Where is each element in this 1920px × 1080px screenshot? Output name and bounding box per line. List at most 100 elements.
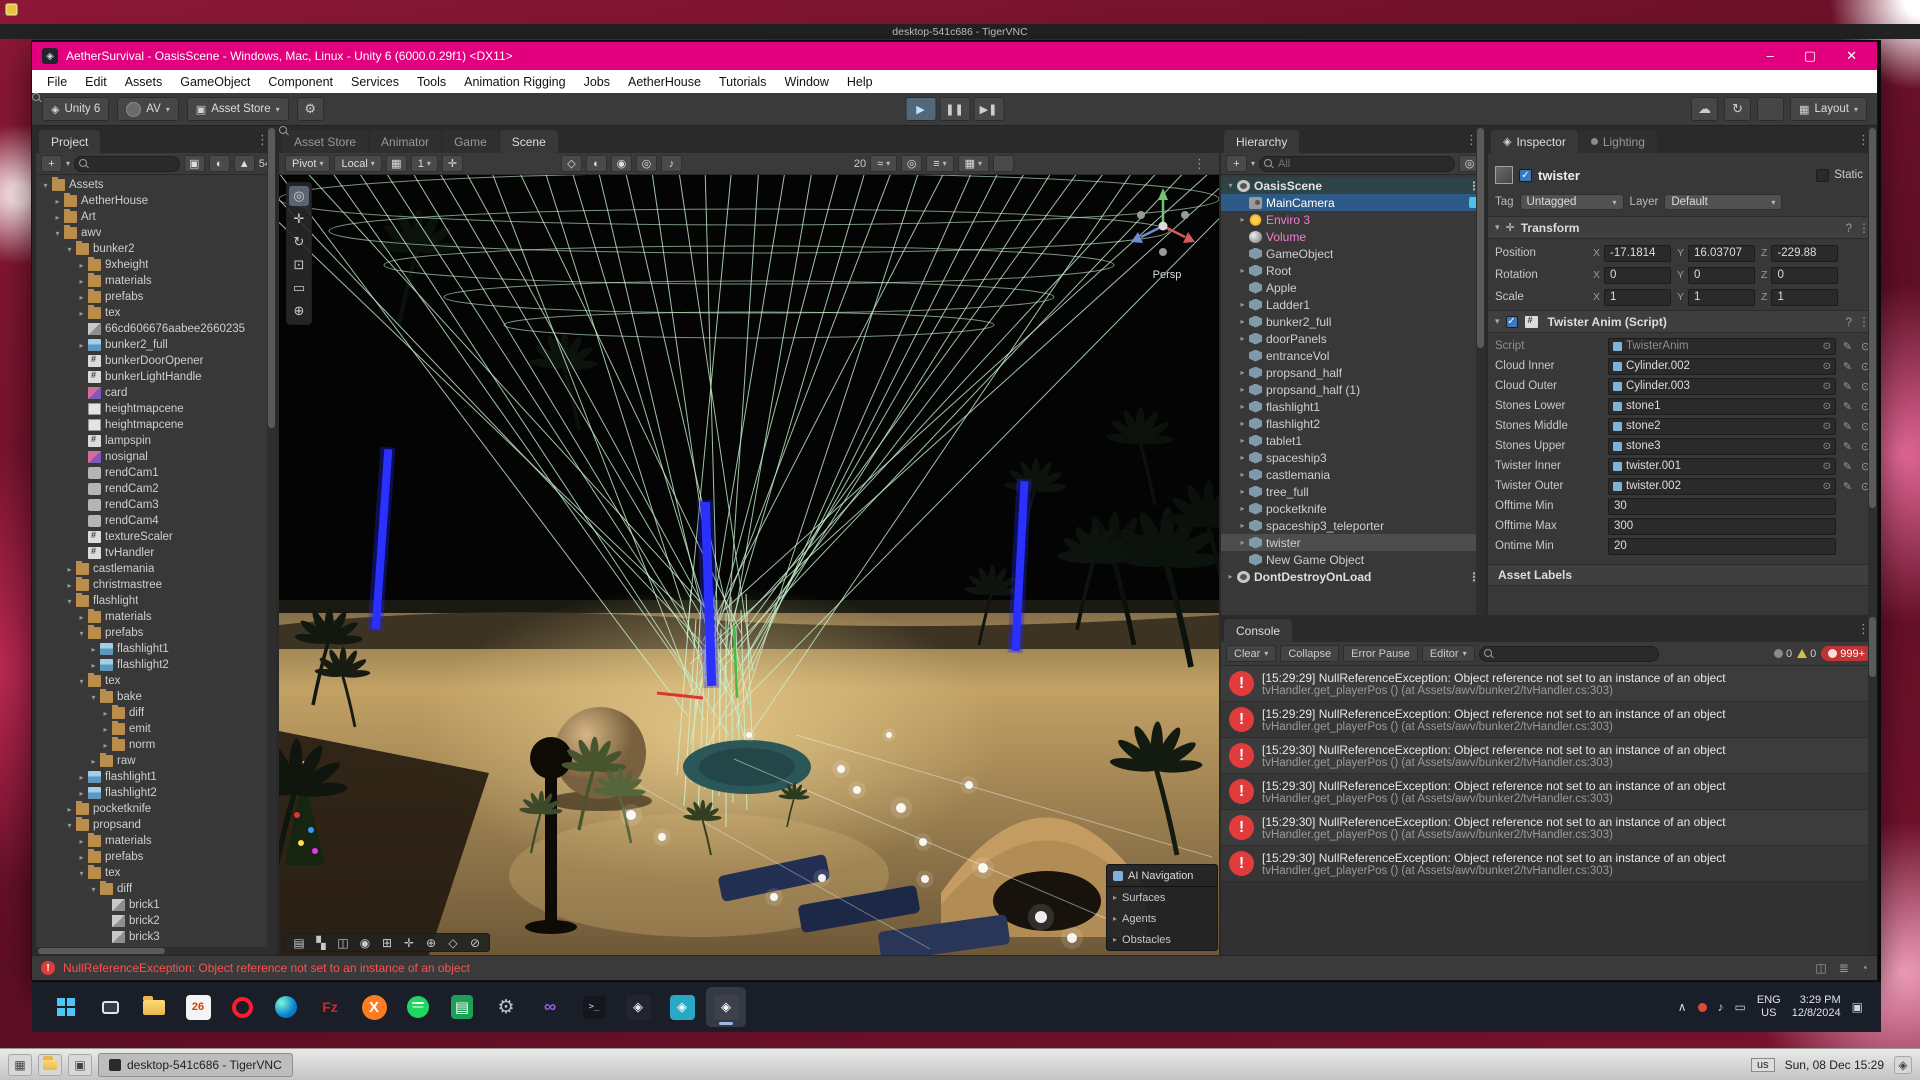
edit-icon[interactable]: ✎ [1841, 420, 1854, 433]
disclosure-arrow-icon[interactable]: ▸ [76, 853, 87, 862]
mute-icon[interactable]: ◫ [1815, 961, 1826, 975]
object-field[interactable]: stone1 ⊙ [1608, 398, 1836, 415]
console-entry[interactable]: [15:29:29] NullReferenceException: Objec… [1221, 666, 1877, 702]
mesh-icon[interactable]: ◫ [333, 936, 353, 950]
project-item[interactable]: ▾ tex [36, 865, 276, 881]
hierarchy-item[interactable]: ▸ flashlight1 [1221, 398, 1485, 415]
edit-icon[interactable]: ✎ [1841, 340, 1854, 353]
view-tab[interactable]: Scene [500, 130, 558, 153]
globe-icon[interactable]: ⊘ [465, 936, 485, 950]
x-field[interactable]: -17.1814 [1604, 245, 1671, 262]
disclosure-arrow-icon[interactable]: ▾ [64, 821, 75, 830]
project-item[interactable]: heightmapcene [36, 401, 276, 417]
project-item[interactable]: ▸ christmastree [36, 577, 276, 593]
hierarchy-item[interactable]: ▸ propsand_half (1) [1221, 381, 1485, 398]
disclosure-arrow-icon[interactable]: ▸ [1237, 215, 1248, 224]
scale-tool-icon[interactable]: ⊡ [289, 255, 309, 275]
hierarchy-item[interactable]: ▾ OasisScene [1221, 177, 1485, 194]
menu-item[interactable]: File [38, 73, 76, 91]
object-field[interactable]: stone2 ⊙ [1608, 418, 1836, 435]
edge-button[interactable] [266, 987, 306, 1027]
project-item[interactable]: ▸ castlemania [36, 561, 276, 577]
object-name[interactable]: twister [1538, 168, 1580, 183]
console-entry[interactable]: [15:29:30] NullReferenceException: Objec… [1221, 738, 1877, 774]
asset-store-button[interactable]: ▣Asset Store▾ [187, 97, 289, 121]
menu-item[interactable]: AetherHouse [619, 73, 710, 91]
scene-search-icon[interactable] [993, 155, 1014, 172]
desktop-shortcut-icon[interactable] [5, 3, 18, 16]
object-field[interactable]: Cylinder.002 ⊙ [1608, 358, 1836, 375]
grid-icon[interactable]: ⊞ [377, 936, 397, 950]
disclosure-arrow-icon[interactable]: ▸ [100, 725, 111, 734]
tab-hierarchy[interactable]: Hierarchy [1224, 130, 1299, 153]
taskbar-clock[interactable]: 3:29 PM12/8/2024 [1792, 994, 1841, 1020]
project-item[interactable]: rendCam4 [36, 513, 276, 529]
add-asset-button[interactable]: + [41, 155, 62, 172]
project-search-input[interactable] [74, 156, 180, 172]
language-indicator[interactable]: ENGUS [1757, 994, 1781, 1020]
notification-icon[interactable]: ▣ [1852, 1000, 1863, 1014]
disclosure-arrow-icon[interactable]: ▸ [52, 197, 63, 206]
view-tool-icon[interactable]: ◎ [289, 186, 309, 206]
asset-labels-header[interactable]: Asset Labels [1488, 564, 1877, 586]
project-item[interactable]: ▸ raw [36, 753, 276, 769]
ai-nav-item[interactable]: ▸Surfaces [1107, 887, 1217, 908]
disclosure-arrow-icon[interactable]: ▾ [88, 885, 99, 894]
move-tool-icon[interactable]: ✛ [289, 209, 309, 229]
disclosure-arrow-icon[interactable]: ▸ [1237, 368, 1248, 377]
xampp-button[interactable]: X [354, 987, 394, 1027]
help-icon[interactable]: ? [1845, 315, 1852, 329]
volume-icon[interactable]: ♪ [1718, 1000, 1724, 1014]
project-item[interactable]: ▸ flashlight1 [36, 769, 276, 785]
hidden-count-icon[interactable]: ▲ [234, 155, 255, 172]
console-entry[interactable]: [15:29:30] NullReferenceException: Objec… [1221, 774, 1877, 810]
sphere-icon[interactable]: ◉ [355, 936, 375, 950]
disclosure-arrow-icon[interactable]: ▸ [76, 309, 87, 318]
project-item[interactable]: ▸ materials [36, 609, 276, 625]
disclosure-arrow-icon[interactable]: ▾ [52, 229, 63, 238]
2d-toggle-icon[interactable]: ◉ [611, 155, 632, 172]
ai-nav-item[interactable]: ▸Obstacles [1107, 929, 1217, 950]
hierarchy-item[interactable]: MainCamera [1221, 194, 1485, 211]
hierarchy-item[interactable]: Volume [1221, 228, 1485, 245]
recording-icon[interactable] [1698, 1003, 1707, 1012]
start-button[interactable] [46, 987, 86, 1027]
project-item[interactable]: rendCam2 [36, 481, 276, 497]
project-item[interactable]: 66cd606676aabee2660235 [36, 321, 276, 337]
console-entry[interactable]: [15:29:30] NullReferenceException: Objec… [1221, 846, 1877, 882]
disclosure-arrow-icon[interactable]: ▸ [1237, 402, 1248, 411]
hierarchy-item[interactable]: ▸ tree_full [1221, 483, 1485, 500]
host-files-button[interactable] [38, 1054, 62, 1076]
object-picker-icon[interactable]: ⊙ [1823, 481, 1831, 492]
project-item[interactable]: bunkerDoorOpener [36, 353, 276, 369]
hierarchy-item[interactable]: ▸ propsand_half [1221, 364, 1485, 381]
tag-dropdown[interactable]: Untagged▾ [1520, 194, 1624, 210]
ai-nav-item[interactable]: ▸Agents [1107, 908, 1217, 929]
console-entry[interactable]: [15:29:30] NullReferenceException: Objec… [1221, 810, 1877, 846]
shaded-mode-icon[interactable]: ◐ [586, 155, 607, 172]
project-item[interactable]: ▸ AetherHouse [36, 193, 276, 209]
static-checkbox[interactable] [1816, 169, 1829, 182]
hierarchy-item[interactable]: ▸ Enviro 3 [1221, 211, 1485, 228]
disclosure-arrow-icon[interactable]: ▸ [100, 741, 111, 750]
object-field[interactable]: twister.001 ⊙ [1608, 458, 1836, 475]
project-item[interactable]: textureScaler [36, 529, 276, 545]
project-item[interactable]: heightmapcene [36, 417, 276, 433]
project-item[interactable]: ▸ norm [36, 737, 276, 753]
vnc-title-bar[interactable]: desktop-541c686 - TigerVNC [0, 24, 1920, 39]
tray-expand-icon[interactable]: ∧ [1678, 1000, 1687, 1014]
paint-icon[interactable]: ▚ [311, 936, 331, 950]
edit-icon[interactable]: ✎ [1841, 480, 1854, 493]
tool-settings-icon[interactable]: ✛ [442, 155, 463, 172]
project-item[interactable]: brick1 [36, 897, 276, 913]
menu-item[interactable]: Edit [76, 73, 116, 91]
host-terminal-button[interactable]: ▣ [68, 1054, 92, 1076]
tab-project[interactable]: Project [39, 130, 100, 153]
menu-item[interactable]: Animation Rigging [455, 73, 574, 91]
disclosure-arrow-icon[interactable]: ▸ [1237, 419, 1248, 428]
scene-viewport[interactable]: Persp ◎ ✛ ↻ ⊡ ▭ ⊕ ▤ ▚ ◫ ◉ ⊞ ✛ [279, 175, 1219, 955]
error-pause-button[interactable]: Error Pause [1343, 645, 1418, 662]
project-hscrollbar[interactable] [36, 947, 267, 955]
pause-button[interactable]: ❚❚ [939, 97, 970, 121]
grid-snap-icon[interactable]: ▦ [386, 155, 407, 172]
